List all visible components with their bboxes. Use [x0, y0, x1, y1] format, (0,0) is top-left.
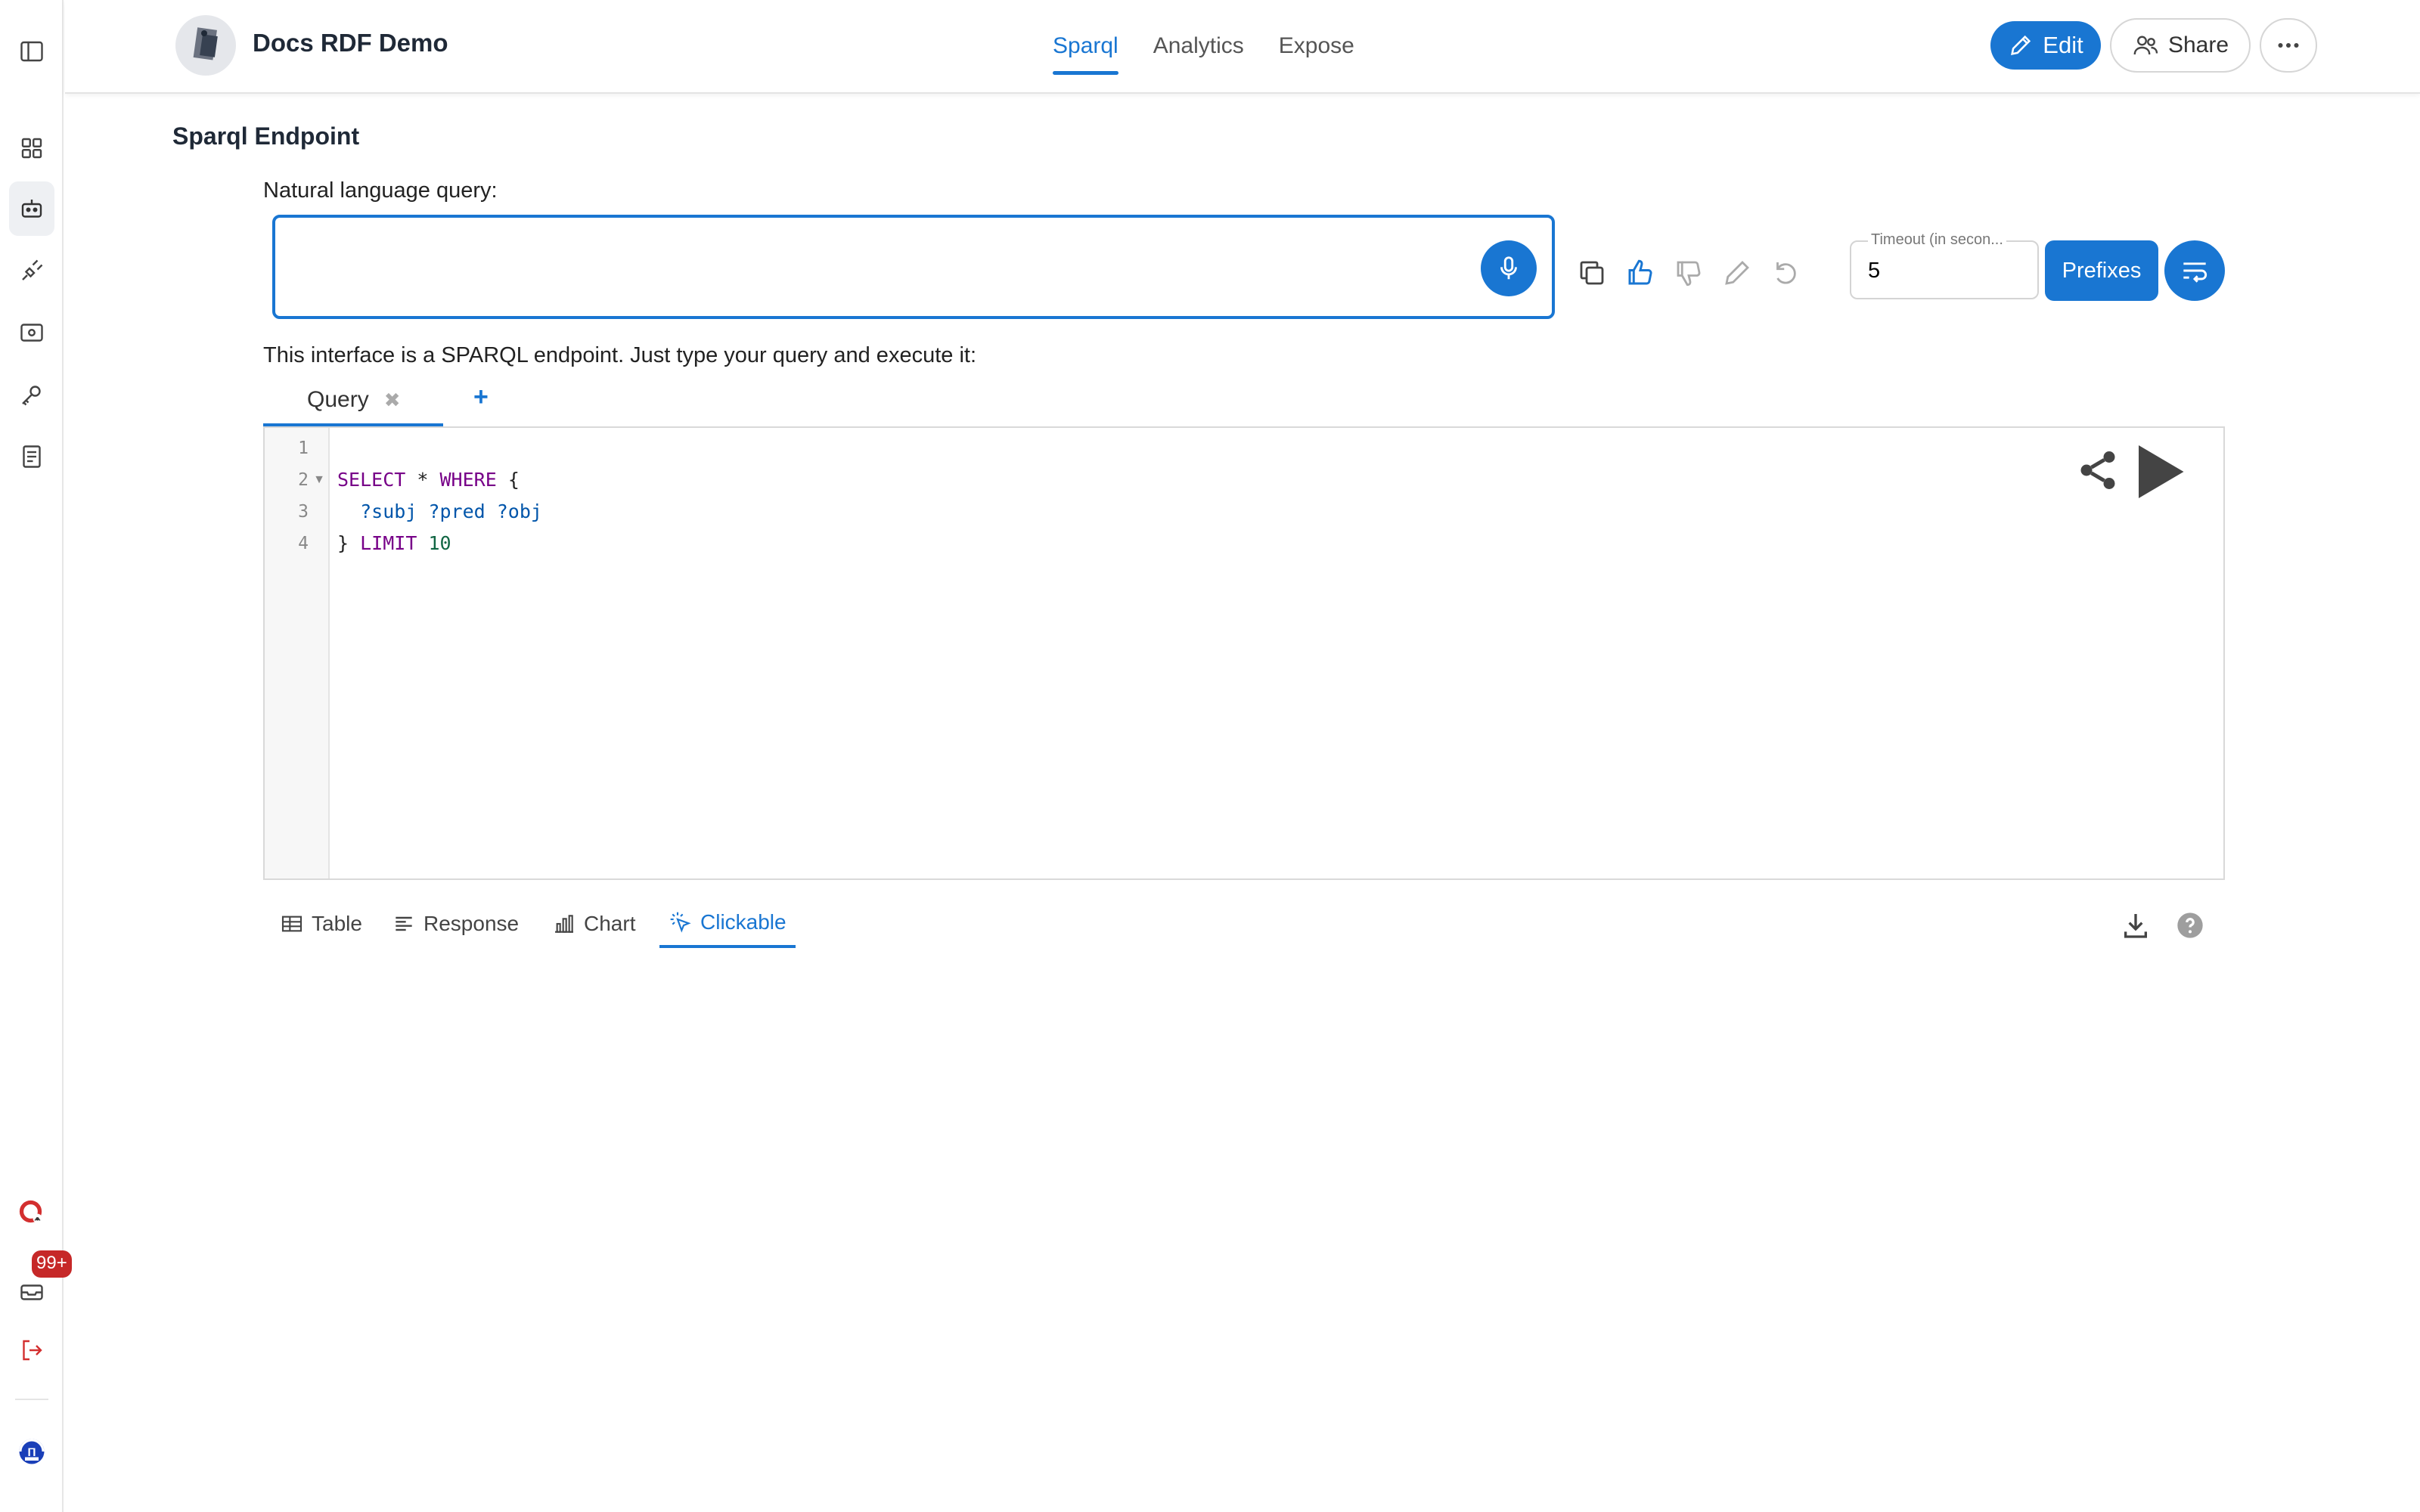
section-title: Sparql Endpoint [172, 122, 360, 150]
notification-badge: 99+ [32, 1250, 72, 1278]
query-tab-label: Query [307, 387, 369, 412]
prefixes-button[interactable]: Prefixes [2045, 240, 2158, 301]
users-icon [2133, 36, 2158, 55]
line-number: 4 [298, 534, 309, 553]
code-line-triple: ?subj ?pred ?obj [337, 500, 542, 522]
tab-response[interactable]: Response [383, 900, 528, 948]
timeout-label: Timeout (in secon... [1868, 231, 2006, 249]
key-icon[interactable] [9, 367, 54, 422]
bot-icon[interactable] [9, 181, 54, 236]
code-line-select: SELECT * WHERE { [337, 469, 520, 491]
left-rail: 99+ [0, 0, 72, 1512]
run-query-icon[interactable] [2128, 440, 2192, 503]
line-gutter: 1 2 ▼ 3 4 [265, 428, 330, 878]
timeout-input[interactable] [1868, 256, 2019, 286]
fold-icon[interactable]: ▼ [313, 473, 325, 487]
more-options-button[interactable] [2260, 18, 2317, 73]
help-lifebuoy-icon[interactable] [9, 1185, 54, 1240]
code-line-limit: } LIMIT 10 [337, 532, 451, 554]
plug-icon[interactable] [9, 243, 54, 298]
nl-query-input[interactable] [290, 240, 1440, 293]
tab-chart-label: Chart [584, 912, 636, 935]
pencil-icon [2011, 35, 2031, 55]
intro-text: This interface is a SPARQL endpoint. Jus… [263, 343, 976, 367]
download-icon[interactable] [2121, 910, 2151, 940]
nl-query-box [272, 215, 1555, 319]
code-line: } LIMIT 10 [337, 532, 451, 554]
tab-analytics[interactable]: Analytics [1153, 0, 1244, 94]
copy-icon[interactable] [1575, 256, 1609, 290]
thumbs-up-icon[interactable] [1623, 256, 1658, 290]
tab-sparql[interactable]: Sparql [1053, 0, 1118, 94]
code-line: SELECT * WHERE { [337, 469, 520, 491]
tab-table[interactable]: Table [271, 900, 371, 948]
sidebar-toggle-icon[interactable] [9, 24, 54, 79]
logout-icon[interactable] [9, 1323, 54, 1377]
tab-chart[interactable]: Chart [543, 900, 644, 948]
add-tab-button[interactable]: + [473, 383, 489, 412]
share-button-label: Share [2167, 33, 2229, 57]
dashboard-grid-icon[interactable] [9, 121, 54, 175]
lines-icon [396, 916, 412, 931]
tab-clickable[interactable]: Clickable [659, 900, 796, 948]
edit-button[interactable]: Edit [1990, 21, 2101, 70]
timeout-field: Timeout (in secon... [1850, 231, 2039, 299]
format-query-button[interactable] [2164, 240, 2225, 301]
tab-expose[interactable]: Expose [1279, 0, 1354, 94]
user-avatar[interactable] [9, 1424, 54, 1479]
microphone-button[interactable] [1481, 240, 1537, 296]
settings-panel-icon[interactable] [9, 305, 54, 360]
top-header: Docs RDF Demo Sparql Analytics Expose Ed… [65, 0, 2420, 94]
tab-table-label: Table [312, 912, 362, 935]
microphone-icon [1500, 256, 1517, 280]
table-icon [281, 916, 302, 932]
query-tab[interactable]: Query ✖ [263, 376, 443, 426]
nl-query-label: Natural language query: [263, 178, 498, 203]
wrap-lines-icon [2183, 262, 2207, 283]
line-number: 2 [298, 470, 309, 490]
app-title: Docs RDF Demo [253, 29, 448, 57]
app-logo [175, 15, 236, 76]
help-question-icon[interactable] [2175, 910, 2205, 940]
inbox-icon[interactable]: 99+ [9, 1250, 72, 1318]
cursor-click-icon [670, 912, 691, 933]
ellipsis-icon [2278, 43, 2299, 48]
tab-clickable-label: Clickable [700, 910, 786, 934]
bar-chart-icon [555, 915, 573, 933]
undo-icon[interactable] [1768, 256, 1803, 290]
code-line: ?subj ?pred ?obj [337, 500, 542, 522]
edit-button-label: Edit [2043, 32, 2083, 58]
rail-divider [15, 1399, 48, 1400]
close-tab-icon[interactable]: ✖ [384, 389, 401, 412]
share-button[interactable]: Share [2110, 18, 2251, 73]
document-icon[interactable] [9, 429, 54, 484]
query-editor[interactable]: 1 2 ▼ 3 4 SELECT * WHERE { ?subj ?pred ?… [263, 426, 2225, 880]
tab-response-label: Response [424, 912, 520, 935]
thumbs-down-icon[interactable] [1671, 256, 1706, 290]
edit-pencil-icon[interactable] [1720, 256, 1754, 290]
line-number: 1 [298, 438, 309, 458]
line-number: 3 [298, 502, 309, 522]
share-query-icon[interactable] [2075, 448, 2121, 493]
main-nav: Sparql Analytics Expose [1053, 0, 1354, 94]
